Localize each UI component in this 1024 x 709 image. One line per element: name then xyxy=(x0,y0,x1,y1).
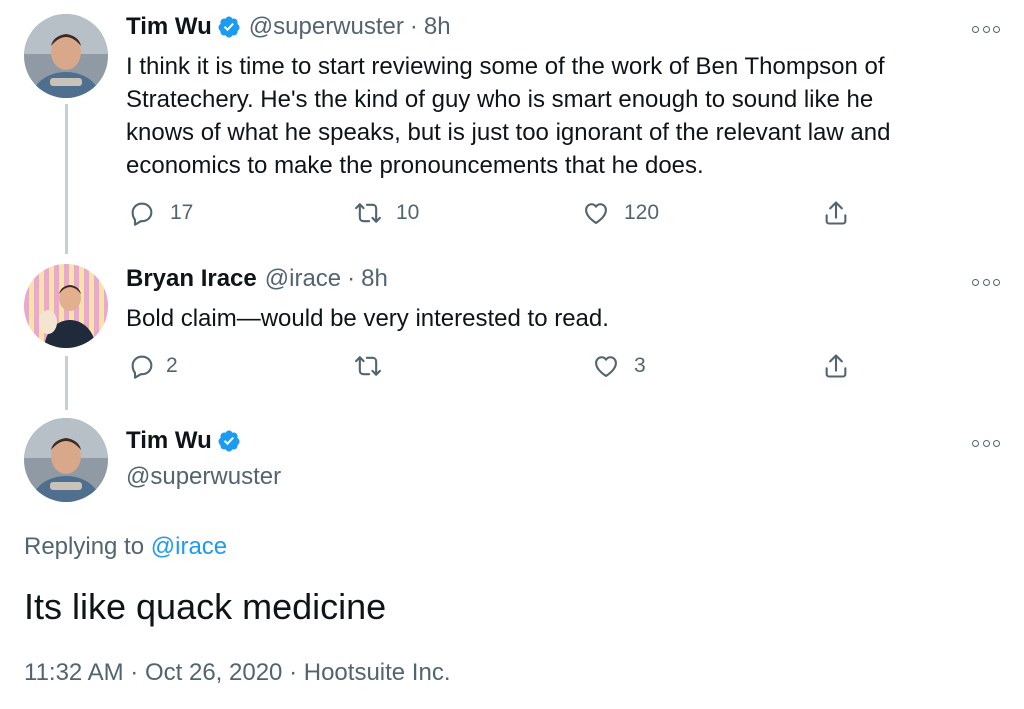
like-count: 3 xyxy=(634,354,646,377)
tweet-text: Its like quack medicine xyxy=(24,586,387,627)
like-button[interactable]: 3 xyxy=(592,352,646,380)
thread-line xyxy=(65,104,68,254)
avatar[interactable] xyxy=(24,14,108,98)
separator: · xyxy=(289,659,298,686)
tweet-text-line: I think it is time to start reviewing so… xyxy=(126,53,885,80)
reply-icon xyxy=(131,355,153,379)
reply-button[interactable]: 17 xyxy=(128,199,193,227)
tweet-meta: 11:32 AM · Oct 26, 2020 · Hootsuite Inc. xyxy=(24,659,451,687)
replying-to: Replying to @irace xyxy=(24,533,227,561)
avatar[interactable] xyxy=(24,418,108,502)
tweet-text-line: economics to make the pronouncements tha… xyxy=(126,152,704,179)
share-button[interactable] xyxy=(822,352,850,380)
author-name[interactable]: Tim Wu xyxy=(126,427,212,455)
tweet-text: Bold claim—would be very interested to r… xyxy=(126,302,986,335)
like-button[interactable]: 120 xyxy=(582,199,659,227)
share-button[interactable] xyxy=(822,199,850,227)
tweet-header: Tim Wu @superwuster · 8h xyxy=(126,13,451,41)
tweet-text: I think it is time to start reviewing so… xyxy=(126,50,986,182)
tweet-time[interactable]: 8h xyxy=(424,13,451,41)
more-options-icon[interactable] xyxy=(972,22,1000,36)
heart-icon xyxy=(595,356,617,377)
separator: · xyxy=(130,659,139,686)
replying-prefix: Replying to xyxy=(24,533,145,560)
thread-line xyxy=(65,356,68,410)
separator: · xyxy=(409,13,418,40)
tweet-header: Bryan Irace @irace · 8h xyxy=(126,265,388,293)
reply-count: 17 xyxy=(170,201,194,224)
heart-icon xyxy=(585,203,607,224)
reply-count: 2 xyxy=(166,354,178,377)
verified-badge-icon xyxy=(218,16,240,38)
author-handle[interactable]: @superwuster xyxy=(126,463,281,491)
tweet-actions: 2 3 xyxy=(126,352,866,384)
tweet-text-line: Stratechery. He's the kind of guy who is… xyxy=(126,86,874,113)
more-options-icon[interactable] xyxy=(972,275,1000,289)
date[interactable]: Oct 26, 2020 xyxy=(145,659,282,686)
avatar[interactable] xyxy=(24,264,108,348)
like-count: 120 xyxy=(624,201,660,224)
author-name[interactable]: Bryan Irace xyxy=(126,265,257,293)
retweet-count: 10 xyxy=(396,201,420,224)
author-row: Tim Wu xyxy=(126,427,241,455)
retweet-button[interactable]: 10 xyxy=(354,199,419,227)
tweet-text-line: knows of what he speaks, but is just too… xyxy=(126,119,891,146)
retweet-button[interactable] xyxy=(354,352,396,380)
mention-link[interactable]: @irace xyxy=(151,533,227,560)
separator: · xyxy=(347,265,356,292)
author-handle[interactable]: @superwuster xyxy=(249,13,404,41)
verified-badge-icon xyxy=(218,430,240,452)
retweet-icon xyxy=(355,203,381,223)
tweet-time[interactable]: 8h xyxy=(361,265,388,293)
share-icon xyxy=(825,354,847,378)
more-options-icon[interactable] xyxy=(972,436,1000,450)
reply-button[interactable]: 2 xyxy=(128,352,178,380)
author-name[interactable]: Tim Wu xyxy=(126,13,212,41)
retweet-icon xyxy=(355,356,381,376)
tweet-actions: 17 10 120 xyxy=(126,199,866,231)
source-app[interactable]: Hootsuite Inc. xyxy=(304,659,451,686)
share-icon xyxy=(825,201,847,225)
author-handle[interactable]: @irace xyxy=(265,265,341,293)
reply-icon xyxy=(131,202,153,226)
timestamp[interactable]: 11:32 AM xyxy=(24,659,124,686)
tweet-text-line: Bold claim—would be very interested to r… xyxy=(126,305,609,332)
